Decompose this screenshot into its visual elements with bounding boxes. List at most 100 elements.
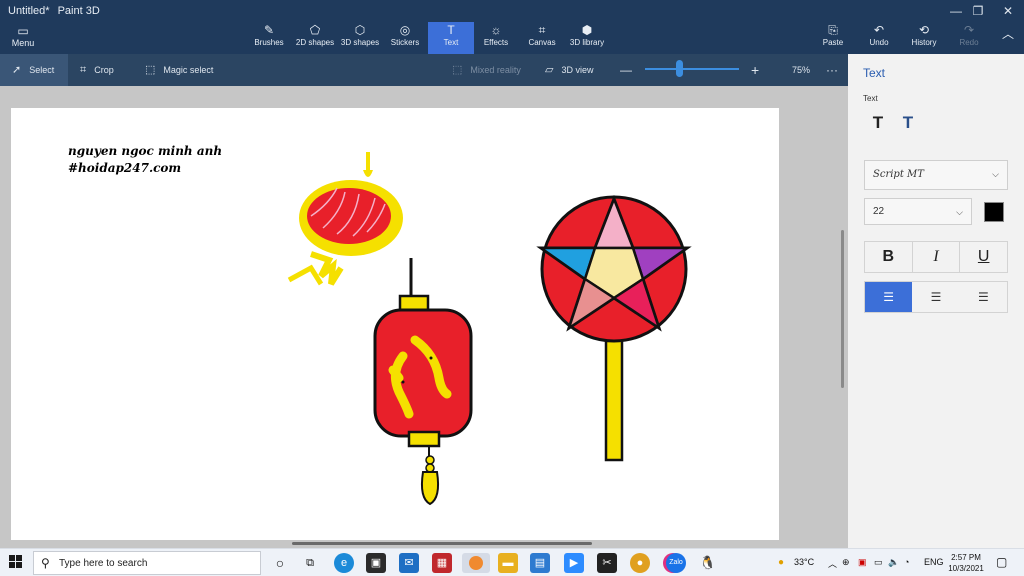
windows-start-icon[interactable] <box>9 555 23 569</box>
ribbon-stickers[interactable]: ◎ Stickers <box>388 22 422 54</box>
tray-chevron-icon[interactable]: ︿ <box>828 557 837 570</box>
taskbar-search-box[interactable]: ⚲ Type here to search <box>33 551 261 575</box>
underline-button[interactable]: U <box>960 242 1007 272</box>
ribbon-label: Canvas <box>528 38 556 47</box>
zoom-in-button[interactable]: + <box>751 54 759 86</box>
paint3d-taskbar-icon[interactable] <box>462 553 490 573</box>
penguin-app-icon[interactable]: 🐧 <box>698 553 718 573</box>
weather-icon[interactable]: ● <box>778 557 784 568</box>
tray-v-icon[interactable]: ▣ <box>858 557 867 568</box>
ribbon-label: Stickers <box>390 38 420 47</box>
battery-icon[interactable]: ▭ <box>874 557 883 568</box>
zoom-slider-track[interactable] <box>645 68 739 70</box>
capcut-icon[interactable]: ✂ <box>597 553 617 573</box>
magic-select-button[interactable]: ⬚ Magic select <box>145 54 213 86</box>
document-title: Untitled* <box>8 5 50 17</box>
align-left-icon[interactable]: ☰ <box>865 282 913 312</box>
zoom-app-icon[interactable]: ▶ <box>564 553 584 573</box>
chrome-icon[interactable]: ● <box>630 553 650 573</box>
tray-app-icon[interactable]: ⊕ <box>842 557 850 568</box>
undo-button[interactable]: ↶ Undo <box>864 22 894 54</box>
drawing-canvas[interactable]: nguyen ngoc minh anh #hoidap247.com <box>11 108 779 540</box>
panel-subtitle: Text <box>863 94 878 103</box>
bold-button[interactable]: B <box>865 242 913 272</box>
lantern-drawings <box>287 152 692 506</box>
weather-temperature[interactable]: 33°C <box>794 557 814 567</box>
round-lantern-drawing <box>287 152 403 286</box>
format-buttons: B I U <box>864 241 1008 273</box>
text-panel: Text Text T T Script MT ⌵ 22 ⌵ B I U ☰ ☰… <box>848 54 1024 548</box>
font-size-select[interactable]: 22 ⌵ <box>864 198 972 225</box>
2d-shapes-icon: ⬠ <box>309 23 321 37</box>
ribbon-3d-shapes[interactable]: ⬡ 3D shapes <box>339 22 381 54</box>
effects-icon: ☼ <box>490 23 502 37</box>
history-button[interactable]: ⟲ History <box>908 22 940 54</box>
3d-shapes-icon: ⬡ <box>354 23 366 37</box>
zoom-out-button[interactable]: — <box>620 54 632 86</box>
task-view-icon[interactable]: ⧉ <box>300 553 320 573</box>
crop-button[interactable]: ⌗ Crop <box>80 54 114 86</box>
paste-label: Paste <box>822 38 844 47</box>
canvas-icon: ⌗ <box>538 23 546 37</box>
history-icon: ⟲ <box>918 23 930 37</box>
redo-icon: ↷ <box>963 23 975 37</box>
star-lantern-drawing <box>536 194 692 462</box>
ribbon-2d-shapes[interactable]: ⬠ 2D shapes <box>295 22 335 54</box>
text-color-swatch[interactable] <box>984 202 1004 222</box>
volume-icon[interactable]: 🔈 <box>888 557 899 568</box>
notepad-icon[interactable]: ▤ <box>530 553 550 573</box>
italic-button[interactable]: I <box>913 242 961 272</box>
select-label: Select <box>29 65 55 75</box>
mixed-reality-button[interactable]: ⬚ Mixed reality <box>452 54 521 86</box>
mail-icon[interactable]: ✉ <box>399 553 419 573</box>
more-options-button[interactable]: ··· <box>826 54 838 86</box>
ribbon-label: 2D shapes <box>295 38 335 47</box>
history-label: History <box>911 38 937 47</box>
network-icon[interactable]: ◔ <box>904 557 909 567</box>
menu-label: Menu <box>11 38 35 48</box>
ribbon-3d-library[interactable]: ⬢ 3D library <box>566 22 608 54</box>
3d-text-icon[interactable]: T <box>897 112 919 134</box>
undo-icon: ↶ <box>873 23 885 37</box>
3d-view-icon: ▱ <box>545 64 554 76</box>
menu-button[interactable]: ▭ Menu <box>6 24 40 50</box>
font-family-select[interactable]: Script MT ⌵ <box>864 160 1008 190</box>
notifications-icon[interactable]: ▢ <box>996 555 1007 569</box>
zalo-icon[interactable]: Zalo <box>666 553 686 573</box>
vertical-scrollbar[interactable] <box>841 230 844 388</box>
app-name: Paint 3D <box>57 5 100 17</box>
chevron-down-icon: ⌵ <box>992 169 999 179</box>
store-icon[interactable]: ▣ <box>366 553 386 573</box>
file-explorer-icon[interactable]: ▬ <box>498 553 518 573</box>
3d-library-icon: ⬢ <box>581 23 593 37</box>
select-button[interactable]: ➚ Select <box>0 54 68 86</box>
cortana-icon[interactable]: ○ <box>270 553 290 573</box>
edge-icon[interactable]: e <box>334 553 354 573</box>
paste-button[interactable]: ⎘ Paste <box>818 22 848 54</box>
clock-date: 10/3/2021 <box>948 564 984 573</box>
redo-button[interactable]: ↷ Redo <box>954 22 984 54</box>
ribbon-label: Effects <box>483 38 509 47</box>
ribbon-canvas[interactable]: ⌗ Canvas <box>526 22 558 54</box>
undo-label: Undo <box>869 38 889 47</box>
chevron-down-icon: ⌵ <box>956 207 963 217</box>
align-center-icon[interactable]: ☰ <box>912 282 959 312</box>
ribbon-label: Text <box>443 38 459 47</box>
title-bar: Untitled* Paint 3D — ❐ ✕ ▭ Menu ✎ Brushes… <box>0 0 1024 54</box>
gift-app-icon[interactable]: ▦ <box>432 553 452 573</box>
ribbon-label: 3D library <box>569 38 605 47</box>
paste-icon: ⎘ <box>828 23 838 37</box>
3d-view-button[interactable]: ▱ 3D view <box>545 54 593 86</box>
align-right-icon[interactable]: ☰ <box>960 282 1007 312</box>
close-button[interactable]: ✕ <box>988 2 1024 20</box>
alignment-buttons: ☰ ☰ ☰ <box>864 281 1008 313</box>
ribbon-brushes[interactable]: ✎ Brushes <box>254 22 284 54</box>
ribbon-label: Brushes <box>254 38 284 47</box>
ribbon-effects[interactable]: ☼ Effects <box>480 22 512 54</box>
horizontal-scrollbar[interactable] <box>292 542 592 545</box>
crop-icon: ⌗ <box>80 64 87 76</box>
system-clock[interactable]: 2:57 PM 10/3/2021 <box>940 552 992 574</box>
2d-text-icon[interactable]: T <box>867 112 889 134</box>
ribbon-text[interactable]: T Text <box>428 22 474 54</box>
zoom-slider-thumb[interactable] <box>676 60 683 77</box>
